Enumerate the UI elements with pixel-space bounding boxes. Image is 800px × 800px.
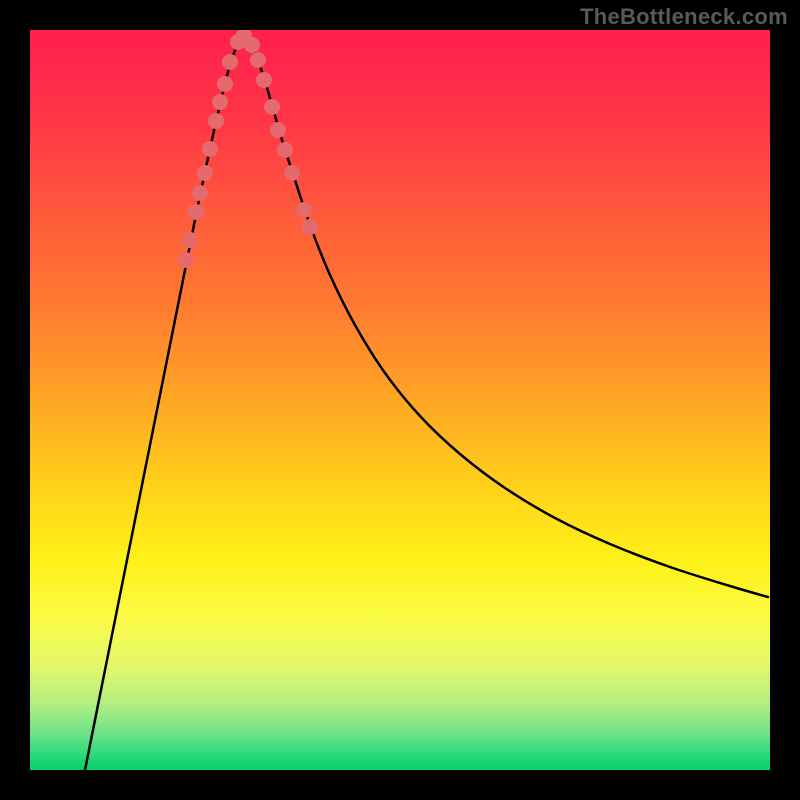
marker-dot	[222, 54, 238, 70]
marker-dot	[296, 202, 312, 218]
marker-dot	[217, 76, 233, 92]
marker-dot	[302, 219, 318, 235]
marker-dot	[270, 122, 286, 138]
marker-dot	[192, 185, 208, 201]
chart-container: TheBottleneck.com	[0, 0, 800, 800]
marker-dot	[264, 99, 280, 115]
marker-dot	[277, 142, 293, 158]
marker-dot	[178, 252, 194, 268]
marker-dot	[244, 37, 260, 53]
gradient-background	[30, 30, 770, 770]
chart-svg	[30, 30, 770, 770]
marker-dot	[256, 72, 272, 88]
marker-dot	[188, 204, 204, 220]
plot-area	[30, 30, 770, 770]
marker-dot	[284, 165, 300, 181]
marker-dot	[208, 113, 224, 129]
watermark-label: TheBottleneck.com	[580, 4, 788, 30]
marker-dot	[197, 165, 213, 181]
marker-dot	[212, 94, 228, 110]
marker-dot	[182, 232, 198, 248]
marker-dot	[250, 52, 266, 68]
marker-dot	[202, 141, 218, 157]
